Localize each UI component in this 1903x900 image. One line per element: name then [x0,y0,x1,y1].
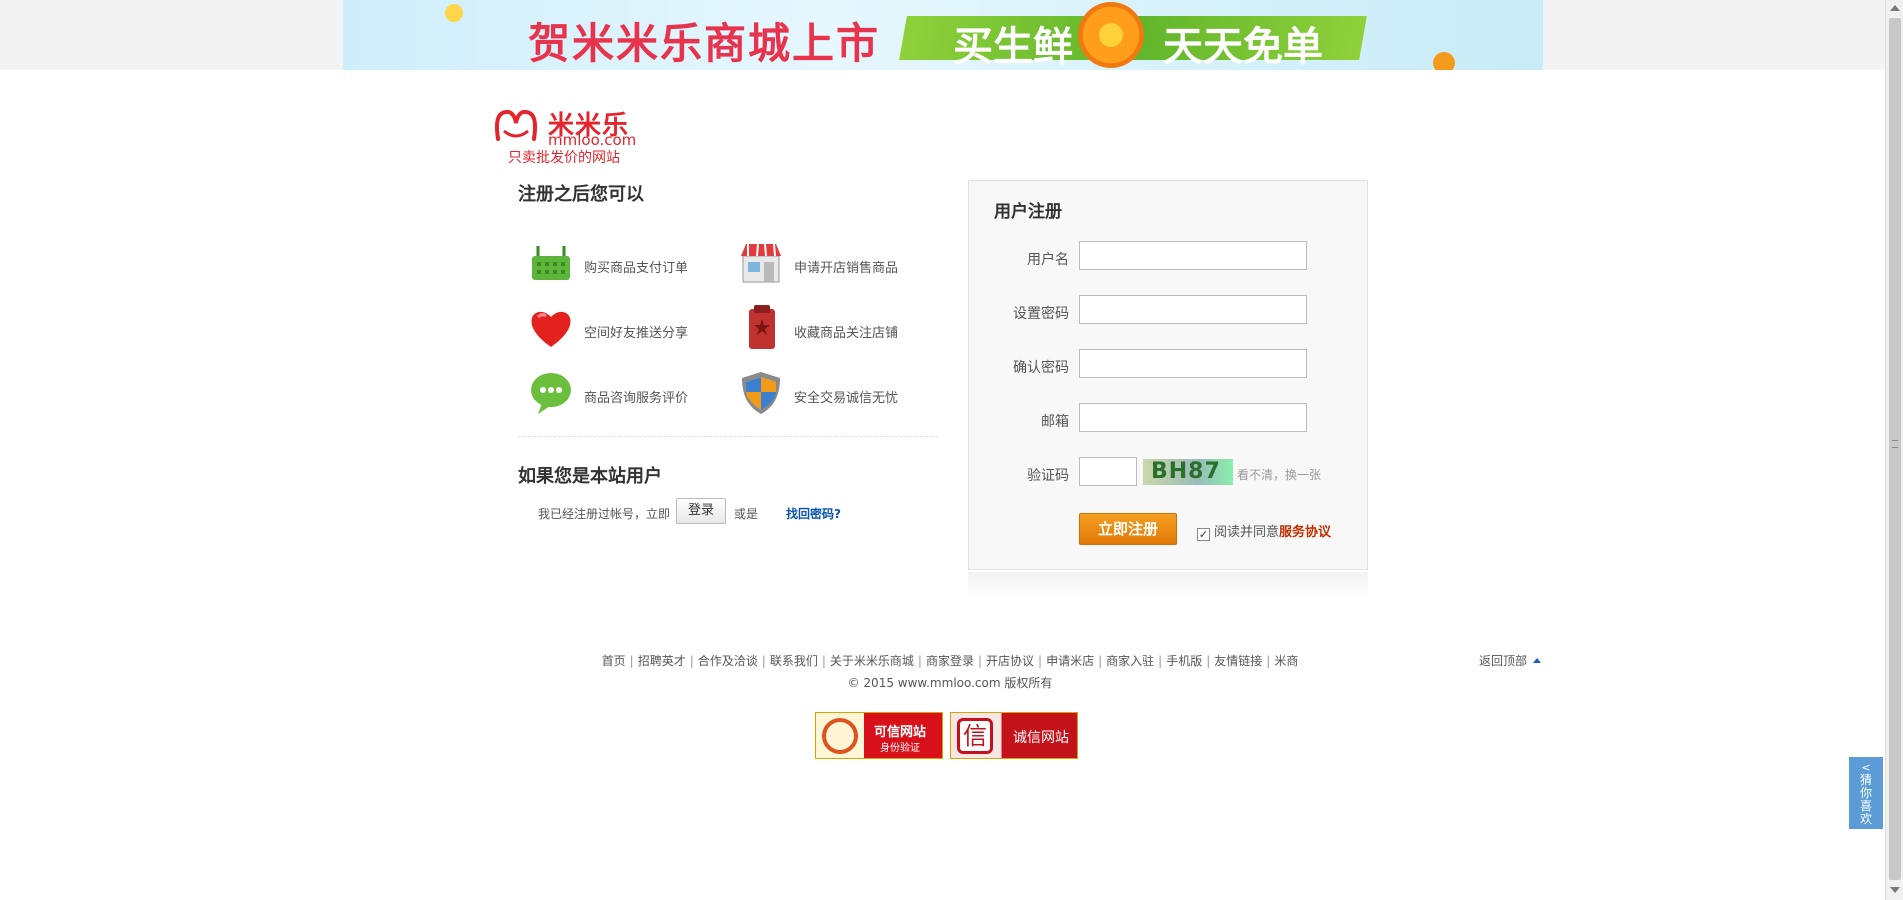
email-row: 邮箱 [969,403,1369,433]
benefit-item: 申请开店销售商品 [738,240,938,290]
scroll-thumb[interactable] [1889,18,1901,880]
benefit-label: 安全交易诚信无忧 [794,391,899,406]
existing-user-title: 如果您是本站用户 [518,466,662,487]
captcha-image[interactable]: BH87 [1143,459,1233,485]
recommend-side-tab[interactable]: < 猜你喜欢 [1849,757,1883,829]
captcha-label: 验证码 [1027,468,1069,484]
banner-slogan-left: 买生鲜 [953,24,1073,70]
scroll-down-arrow-icon[interactable] [1890,887,1900,893]
footer-link-apply-shop[interactable]: 申请米店 [1046,654,1094,668]
footer-link-mishang[interactable]: 米商 [1274,654,1298,668]
footer-link-merchant-login[interactable]: 商家登录 [926,654,974,668]
footer: 首页 | 招聘英才 | 合作及洽谈 | 联系我们 | 关于米米乐商城 | 商家登录 | 开店协议 | 申请米… [560,652,1340,691]
agreement: ✓ 阅读并同意服务协议 [1197,521,1331,541]
benefit-label: 收藏商品关注店铺 [794,326,899,341]
footer-link-friends[interactable]: 友情链接 [1214,654,1262,668]
footer-link-merchant-join[interactable]: 商家入驻 [1106,654,1154,668]
logo-m-icon [495,109,537,141]
panel-shadow [968,572,1368,600]
promo-banner[interactable]: 贺米米乐商城上市 买生鲜 天天免单 [343,0,1543,70]
swirl-icon [822,718,858,754]
footer-link-home[interactable]: 首页 [602,654,626,668]
benefit-label: 商品咨询服务评价 [584,391,689,406]
sun-decoration [445,4,463,22]
arrow-up-icon [1533,658,1542,663]
heart-icon [531,311,571,347]
badge1-sub: 身份验证 [880,743,920,754]
existing-user-text: 我已经注册过帐号，立即 [538,507,671,521]
recover-password-link[interactable]: 找回密码? [786,505,841,522]
orange-small-image [1433,52,1455,70]
username-label: 用户名 [1027,252,1069,268]
submit-row: 立即注册 ✓ 阅读并同意服务协议 [969,513,1369,545]
basket-icon [532,246,570,280]
footer-links: 首页 | 招聘英才 | 合作及洽谈 | 联系我们 | 关于米米乐商城 | 商家登录 | 开店协议 | 申请米… [601,654,1299,668]
trust-badges: 可信网站 身份验证 信 诚信网站 [815,712,1085,760]
register-form: 用户注册 用户名 设置密码 确认密码 邮箱 验证码 BH87 看不清，换一张 立… [968,180,1368,570]
or-text: 或是 [734,507,759,521]
shield-icon [742,372,780,414]
username-input[interactable] [1079,241,1307,270]
confirm-password-input[interactable] [1079,349,1307,378]
captcha-row: 验证码 BH87 看不清，换一张 [969,457,1369,487]
footer-link-cooperation[interactable]: 合作及洽谈 [698,654,758,668]
scroll-up-arrow-icon[interactable] [1890,5,1900,11]
side-tab-label: 猜你喜欢 [1859,773,1872,826]
footer-link-contact[interactable]: 联系我们 [770,654,818,668]
confirm-password-label: 确认密码 [1013,360,1069,376]
benefit-label: 申请开店销售商品 [794,261,899,276]
benefits-section: 注册之后您可以 购买商品支付订单 申请开店销售商品 空间好友推送分享 收藏商品关… [518,180,938,524]
existing-user-row: 我已经注册过帐号，立即 登录 或是 找回密码? [538,498,918,526]
email-label: 邮箱 [1041,414,1069,430]
vertical-scrollbar[interactable] [1885,0,1903,900]
shop-icon [741,243,781,283]
badge1-title: 可信网站 [874,725,927,740]
benefits-title: 注册之后您可以 [518,184,644,205]
login-button[interactable]: 登录 [676,498,726,524]
email-input[interactable] [1079,403,1307,432]
agree-checkbox[interactable]: ✓ [1197,528,1210,541]
benefit-item: 购买商品支付订单 [528,240,728,290]
password-input[interactable] [1079,295,1307,324]
benefit-item: 商品咨询服务评价 [528,370,728,420]
agree-text: 阅读并同意 [1214,525,1280,540]
site-logo[interactable]: 米米乐 mmloo.com 只卖批发价的网站 [494,103,636,167]
footer-link-about[interactable]: 关于米米乐商城 [830,654,914,668]
register-title: 用户注册 [994,202,1062,222]
confirm-password-row: 确认密码 [969,349,1369,379]
copyright: © 2015 www.mmloo.com 版权所有 [847,676,1053,690]
banner-title: 贺米米乐商城上市 [528,19,881,68]
footer-link-jobs[interactable]: 招聘英才 [638,654,686,668]
logo-slogan: 只卖批发价的网站 [508,150,620,166]
chat-icon [531,373,571,414]
bookmark-icon [749,305,775,349]
footer-link-mobile[interactable]: 手机版 [1166,654,1202,668]
service-agreement-link[interactable]: 服务协议 [1279,525,1331,540]
captcha-input[interactable] [1079,457,1137,486]
captcha-refresh-link[interactable]: 看不清，换一张 [1237,466,1321,483]
orange-image [1078,2,1144,68]
benefit-label: 购买商品支付订单 [584,261,689,276]
badge2-title: 诚信网站 [1013,730,1069,746]
password-label: 设置密码 [1013,306,1069,322]
xin-icon: 信 [957,718,993,754]
benefit-item: 收藏商品关注店铺 [738,305,938,355]
username-row: 用户名 [969,241,1369,271]
scroll-grip-icon [1892,440,1898,448]
back-to-top-label: 返回顶部 [1479,654,1528,668]
banner-slogan-right: 天天免单 [1163,24,1323,70]
footer-link-shop-agreement[interactable]: 开店协议 [986,654,1034,668]
benefit-item: 安全交易诚信无忧 [738,370,938,420]
integrity-site-badge[interactable]: 信 诚信网站 [950,712,1078,759]
register-button[interactable]: 立即注册 [1079,513,1177,545]
benefit-label: 空间好友推送分享 [584,326,689,341]
top-banner-bar: 贺米米乐商城上市 买生鲜 天天免单 [0,0,1885,70]
password-row: 设置密码 [969,295,1369,325]
back-to-top-link[interactable]: 返回顶部 [1479,652,1542,669]
section-divider [518,436,938,437]
benefit-item: 空间好友推送分享 [528,305,728,355]
trusted-site-badge[interactable]: 可信网站 身份验证 [815,712,943,759]
